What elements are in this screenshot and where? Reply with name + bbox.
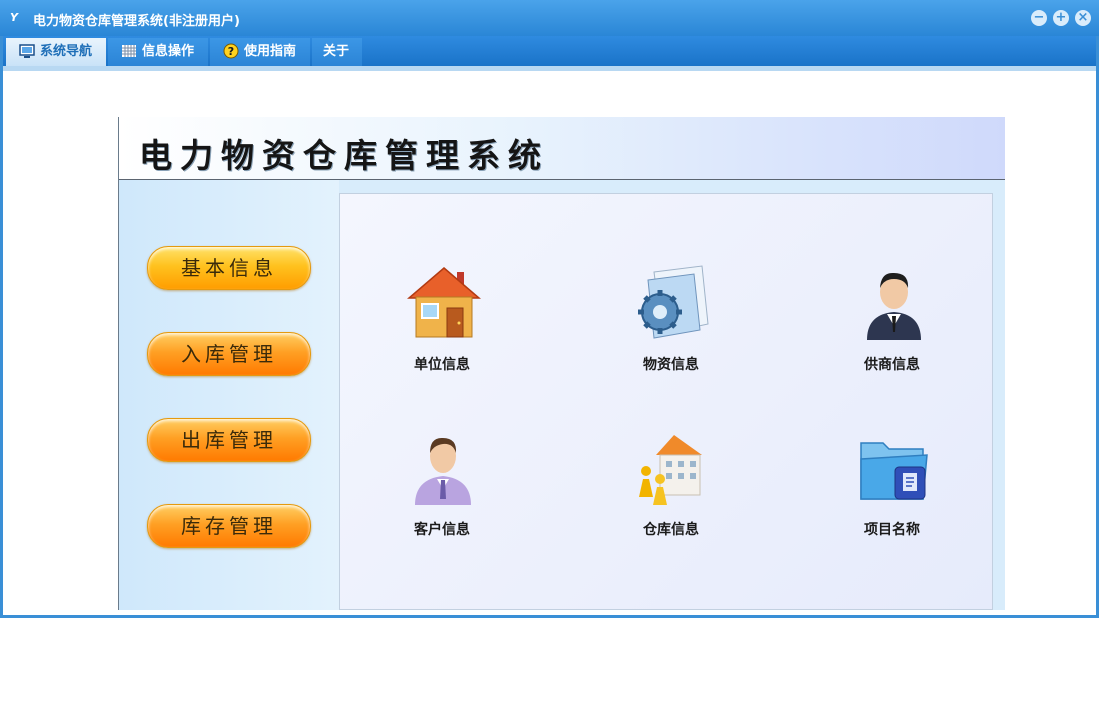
monitor-icon (19, 44, 35, 58)
module-grid: 单位信息 物资信息 供商信息 客户信息 仓库信息 项目名称 (339, 193, 993, 610)
stock-out-button[interactable]: 出库管理 (147, 418, 311, 462)
tile-label: 仓库信息 (643, 522, 699, 538)
tab-label: 信息操作 (142, 44, 195, 59)
minimize-icon[interactable]: − (1031, 10, 1047, 26)
tile-label: 物资信息 (643, 357, 699, 373)
tab-info-operation[interactable]: 信息操作 (108, 38, 208, 66)
app-logo-icon: Y (10, 11, 18, 24)
tab-about[interactable]: 关于 (312, 38, 362, 66)
businessman-icon (867, 272, 921, 340)
page-title: 电力物资仓库管理系统 (139, 136, 549, 175)
folder-icon (860, 442, 928, 500)
menu-divider (3, 66, 1096, 71)
tile-label: 项目名称 (864, 522, 920, 538)
window-title: 电力物资仓库管理系统(非注册用户) (33, 14, 240, 29)
svg-text:?: ? (228, 45, 234, 58)
panel-header: 电力物资仓库管理系统 (119, 117, 1005, 180)
grid-icon (122, 45, 136, 57)
basic-info-button[interactable]: 基本信息 (147, 246, 311, 290)
tile-label: 单位信息 (414, 357, 470, 373)
tab-user-guide[interactable]: ? 使用指南 (210, 38, 310, 66)
tab-label: 使用指南 (244, 44, 297, 59)
sidebar: 基本信息 入库管理 出库管理 库存管理 (119, 180, 339, 610)
close-icon[interactable]: × (1075, 10, 1091, 26)
title-bar[interactable]: Y 电力物资仓库管理系统(非注册用户) − + × (0, 0, 1099, 36)
stock-in-button[interactable]: 入库管理 (147, 332, 311, 376)
tile-label: 供商信息 (864, 357, 920, 373)
maximize-icon[interactable]: + (1053, 10, 1069, 26)
main-panel: 电力物资仓库管理系统 基本信息 入库管理 出库管理 库存管理 单位信息 物资信息… (118, 117, 1005, 610)
warehouse-icon (639, 435, 702, 505)
help-icon: ? (223, 43, 239, 59)
customer-icon (415, 437, 471, 505)
gear-folder-icon (638, 265, 709, 339)
app-window: Y 电力物资仓库管理系统(非注册用户) − + × 系统导航 信息操作 ? 使用… (0, 0, 1099, 618)
inventory-button[interactable]: 库存管理 (147, 504, 311, 548)
tab-system-nav[interactable]: 系统导航 (6, 38, 106, 66)
tab-label: 关于 (323, 44, 350, 59)
tile-label: 客户信息 (414, 522, 470, 538)
tab-label: 系统导航 (40, 44, 93, 59)
menu-bar: 系统导航 信息操作 ? 使用指南 关于 (3, 36, 1096, 66)
house-icon (407, 267, 481, 338)
